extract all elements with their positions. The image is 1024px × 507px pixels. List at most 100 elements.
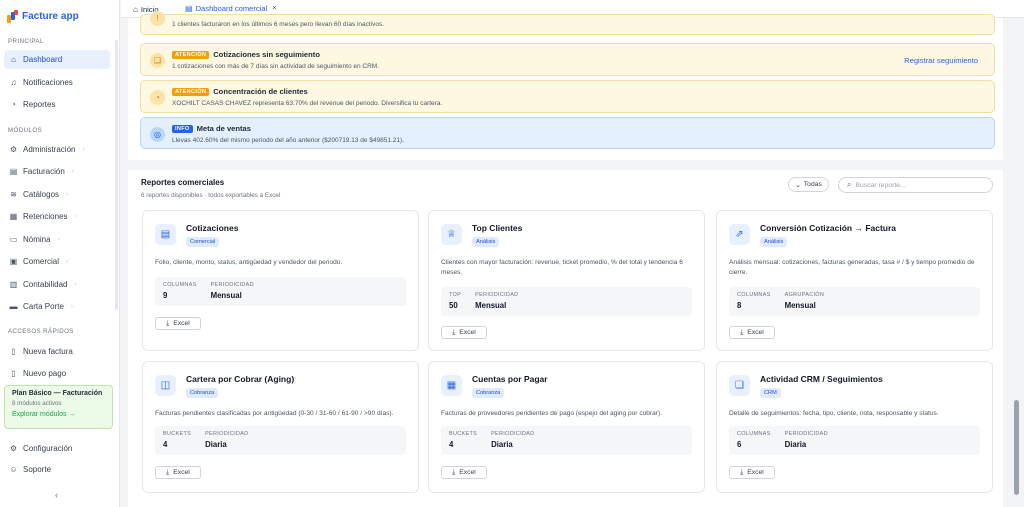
excel-export-button[interactable]: ⤓ Excel — [441, 326, 487, 339]
download-icon: ⤓ — [452, 468, 456, 476]
chevron-right-icon: › — [74, 281, 77, 288]
card-stats: COLUMNAS 8 AGRUPACIÓN Mensual — [729, 287, 980, 316]
sidebar-item-label: Retenciones — [23, 212, 68, 221]
card-title: Cotizaciones — [186, 223, 239, 233]
category-tag: Análisis — [472, 237, 500, 247]
stat-value: 9 — [163, 291, 168, 300]
home-icon: ⌂ — [133, 4, 138, 14]
register-followup-link[interactable]: Registrar seguimiento — [904, 56, 978, 65]
sidebar-item-administracion[interactable]: ⚙ Administración › — [4, 140, 110, 159]
stat-value: 50 — [449, 301, 458, 310]
sidebar-item-notificaciones[interactable]: ♫ Notificaciones — [4, 73, 110, 92]
chevron-right-icon: › — [66, 258, 69, 265]
stat-value: 4 — [449, 440, 454, 449]
excel-export-button[interactable]: ⤓ Excel — [441, 466, 487, 479]
stat-value: 6 — [737, 440, 742, 449]
sidebar-item-label: Comercial — [23, 257, 60, 266]
reports-subtitle: 6 reportes disponibles · todos exportabl… — [141, 192, 281, 199]
search-box[interactable]: ⌕ — [838, 177, 993, 193]
button-label: Excel — [459, 469, 476, 476]
status-badge: ATENCIÓN — [172, 87, 210, 96]
sidebar-item-soporte[interactable]: ☺ Soporte — [4, 460, 110, 479]
excel-export-button[interactable]: ⤓ Excel — [729, 326, 775, 339]
excel-export-button[interactable]: ⤓ Excel — [155, 466, 201, 479]
download-icon: ⤓ — [166, 468, 170, 476]
search-input[interactable] — [855, 181, 986, 189]
sidebar-item-nuevo-pago[interactable]: ▯ Nuevo pago — [4, 364, 110, 383]
button-label: Excel — [747, 469, 764, 476]
stat-value: Mensual — [784, 301, 816, 310]
sidebar-item-label: Notificaciones — [23, 78, 73, 87]
report-card-actividad-crm[interactable]: ❏ Actividad CRM / Seguimientos CRM Detal… — [716, 361, 993, 493]
explore-modules-link[interactable]: Explorar módulos → — [12, 411, 105, 418]
sidebar-item-label: Nómina — [23, 235, 51, 244]
stat-label: PERIODICIDAD — [784, 431, 828, 437]
sidebar-item-retenciones[interactable]: ▦ Retenciones › — [4, 207, 110, 226]
alert-title: Cotizaciones sin seguimiento — [213, 50, 320, 59]
excel-export-button[interactable]: ⤓ Excel — [729, 466, 775, 479]
receipt-icon: ▤ — [9, 167, 18, 176]
sidebar-item-label: Carta Porte — [23, 302, 64, 311]
status-badge: INFO — [172, 124, 193, 133]
main-content: ! 1 clientes facturaron en los últimos 6… — [128, 11, 1003, 507]
chat-icon: ❏ — [729, 375, 750, 396]
sidebar-item-carta-porte[interactable]: ▬ Carta Porte › — [4, 297, 110, 316]
sidebar-item-nueva-factura[interactable]: ▯ Nueva factura — [4, 342, 110, 361]
sidebar-item-label: Contabilidad — [23, 280, 68, 289]
report-card-cotizaciones[interactable]: ▤ Cotizaciones Comercial Folio, cliente,… — [142, 210, 419, 351]
card-stats: BUCKETS 4 PERIODICIDAD Diaria — [441, 426, 692, 455]
card-stats: COLUMNAS 9 PERIODICIDAD Mensual — [155, 277, 406, 306]
section-label-accesos: ACCESOS RÁPIDOS — [8, 328, 74, 335]
sidebar-item-dashboard[interactable]: ⌂ Dashboard — [4, 50, 110, 69]
download-icon: ⤓ — [166, 319, 170, 327]
sidebar-item-configuracion[interactable]: ⚙ Configuración — [4, 439, 110, 458]
chevron-right-icon: › — [70, 303, 73, 310]
card-description: Facturas de proveedores pendientes de pa… — [441, 410, 663, 417]
sidebar-item-facturacion[interactable]: ▤ Facturación › — [4, 162, 110, 181]
section-label-modulos: MÓDULOS — [8, 127, 43, 134]
report-card-conversion[interactable]: ⇗ Conversión Cotización → Factura Anális… — [716, 210, 993, 351]
stack-icon: ▦ — [9, 212, 18, 221]
chevron-right-icon: › — [57, 236, 60, 243]
stat-label: TOP — [449, 292, 462, 298]
alert-meta-ventas: ◎ INFO Meta de ventas Llevas 402.60% del… — [140, 117, 995, 149]
stat-value: Diaria — [491, 440, 513, 449]
invoice-icon: ▦ — [441, 375, 462, 396]
category-tag: Análisis — [760, 237, 788, 247]
sidebar-scrollbar[interactable] — [115, 40, 118, 310]
chevron-right-icon: › — [74, 213, 77, 220]
app-logo[interactable]: Facture app — [7, 10, 79, 23]
sidebar-item-label: Configuración — [23, 444, 73, 453]
stat-label: PERIODICIDAD — [210, 282, 254, 288]
excel-export-button[interactable]: ⤓ Excel — [155, 317, 201, 330]
card-description: Detalle de seguimientos: fecha, tipo, cl… — [729, 410, 939, 417]
section-divider — [128, 160, 1003, 170]
report-card-cartera-cobrar[interactable]: ◫ Cartera por Cobrar (Aging) Cobranza Fa… — [142, 361, 419, 493]
collapse-sidebar-button[interactable]: ‹ — [55, 490, 58, 500]
category-tag: CRM — [760, 388, 781, 398]
sidebar-item-label: Catálogos — [23, 190, 60, 199]
sidebar-item-label: Reportes — [23, 100, 56, 109]
button-label: Excel — [459, 329, 476, 336]
close-icon[interactable]: × — [272, 5, 276, 12]
report-card-cuentas-pagar[interactable]: ▦ Cuentas por Pagar Cobranza Facturas de… — [428, 361, 705, 493]
button-label: Excel — [173, 469, 190, 476]
user-icon: ☺ — [9, 465, 18, 474]
sidebar-item-label: Administración — [23, 145, 76, 154]
alert-description: Llevas 402.60% del mismo periodo del año… — [172, 137, 404, 144]
report-card-top-clientes[interactable]: ♕ Top Clientes Análisis Clientes con may… — [428, 210, 705, 351]
sidebar-item-catalogos[interactable]: ≋ Catálogos › — [4, 185, 110, 204]
sidebar-item-contabilidad[interactable]: ▥ Contabilidad › — [4, 275, 110, 294]
layers-icon: ≋ — [10, 190, 17, 199]
truck-icon: ▬ — [9, 302, 18, 311]
sidebar-item-nomina[interactable]: ▭ Nómina › — [4, 230, 110, 249]
gear-icon: ⚙ — [9, 444, 18, 453]
alert-title: Meta de ventas — [196, 124, 252, 133]
filter-dropdown[interactable]: ⌄ Todas — [788, 177, 829, 192]
sidebar-item-reportes[interactable]: ◔ Reportes — [4, 95, 110, 114]
alert-cotizaciones: ❏ ATENCIÓN Cotizaciones sin seguimiento … — [140, 43, 995, 76]
main-scrollbar[interactable] — [1014, 400, 1019, 495]
gear-icon: ⚙ — [9, 145, 18, 154]
sidebar-item-comercial[interactable]: ▣ Comercial › — [4, 252, 110, 271]
stat-label: PERIODICIDAD — [205, 431, 249, 437]
